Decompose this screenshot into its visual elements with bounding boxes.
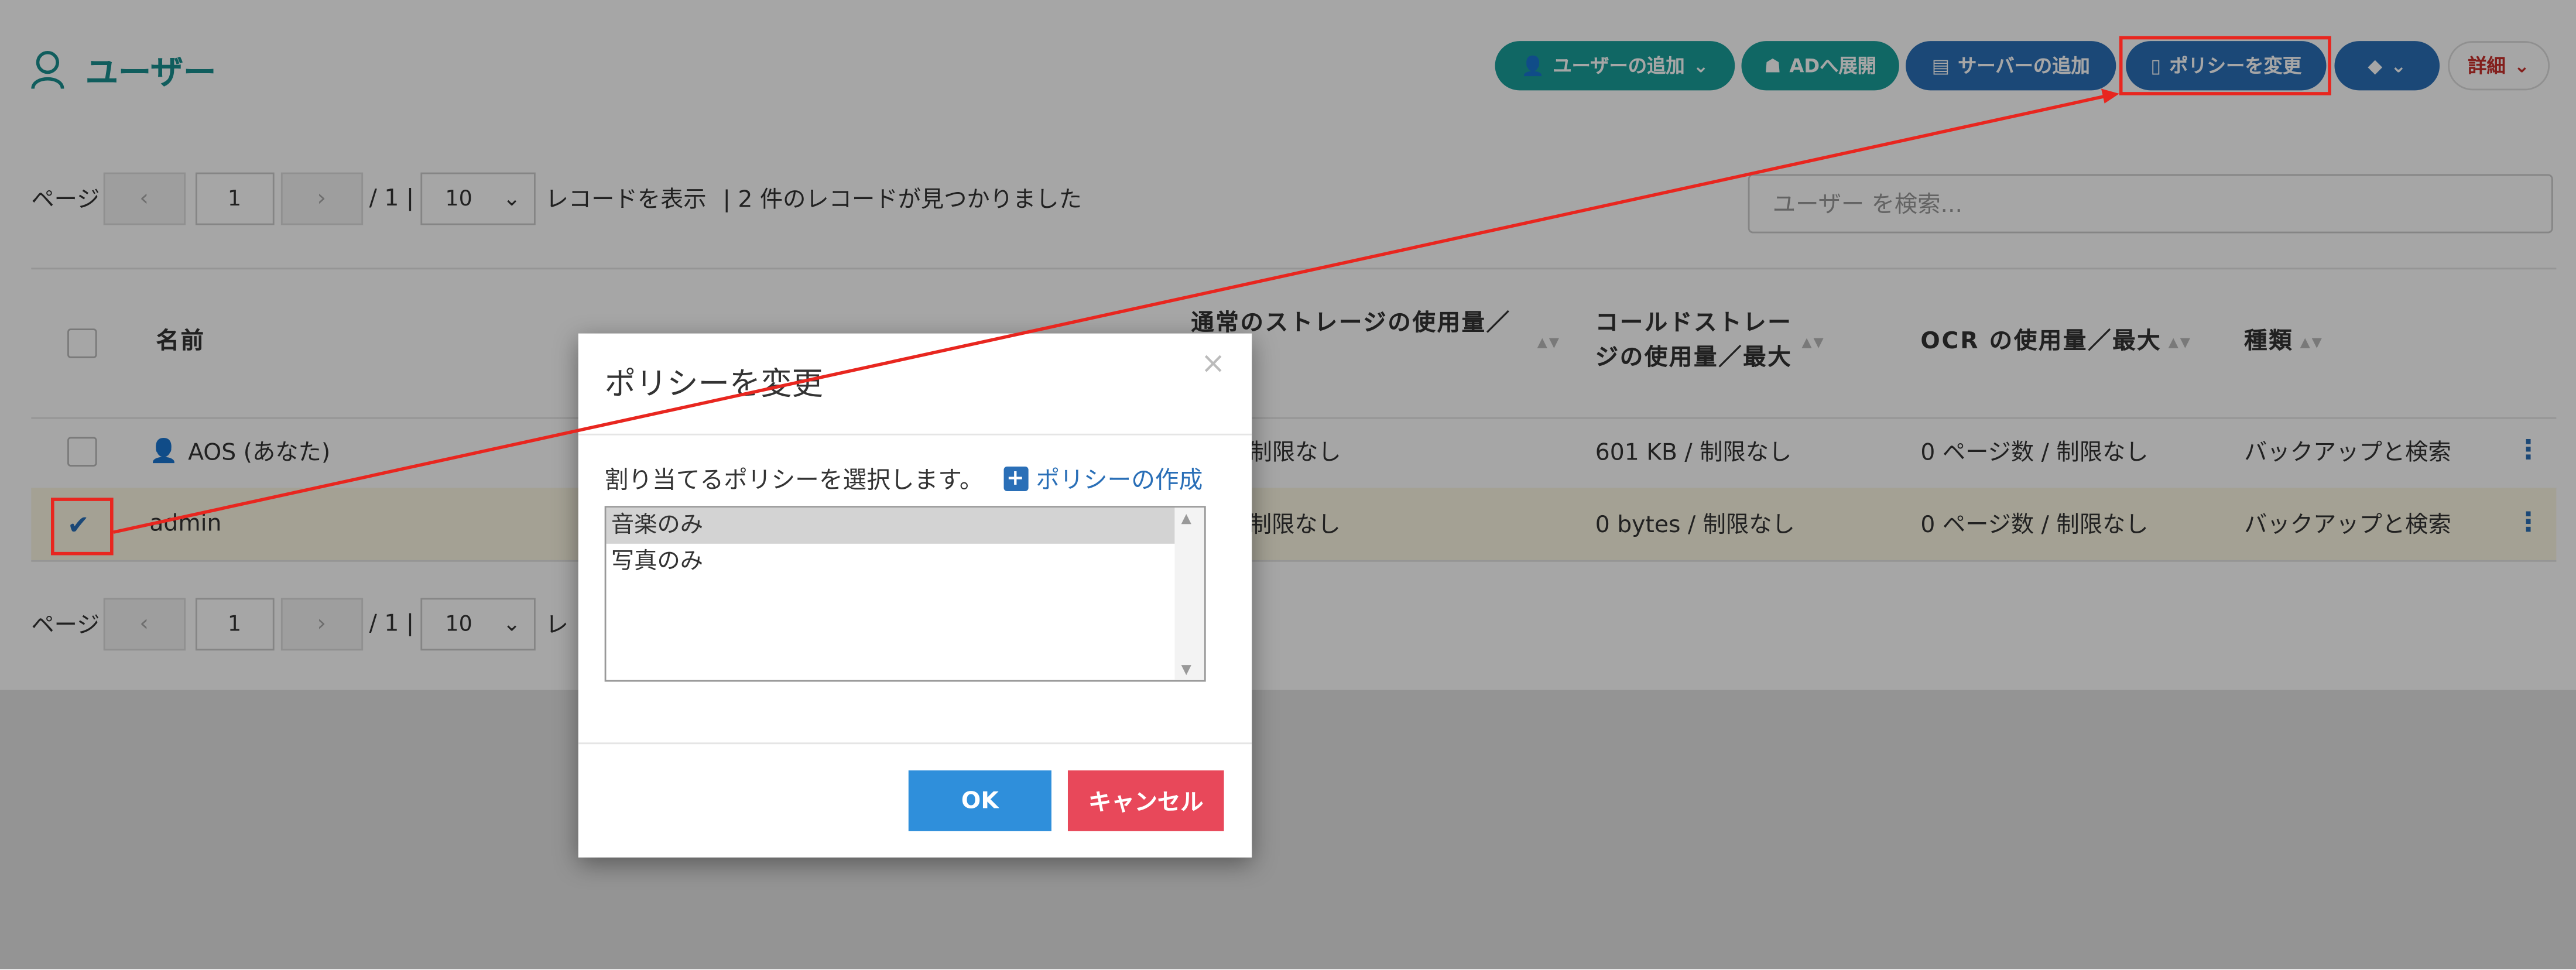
annotation-arrow	[113, 88, 2119, 534]
